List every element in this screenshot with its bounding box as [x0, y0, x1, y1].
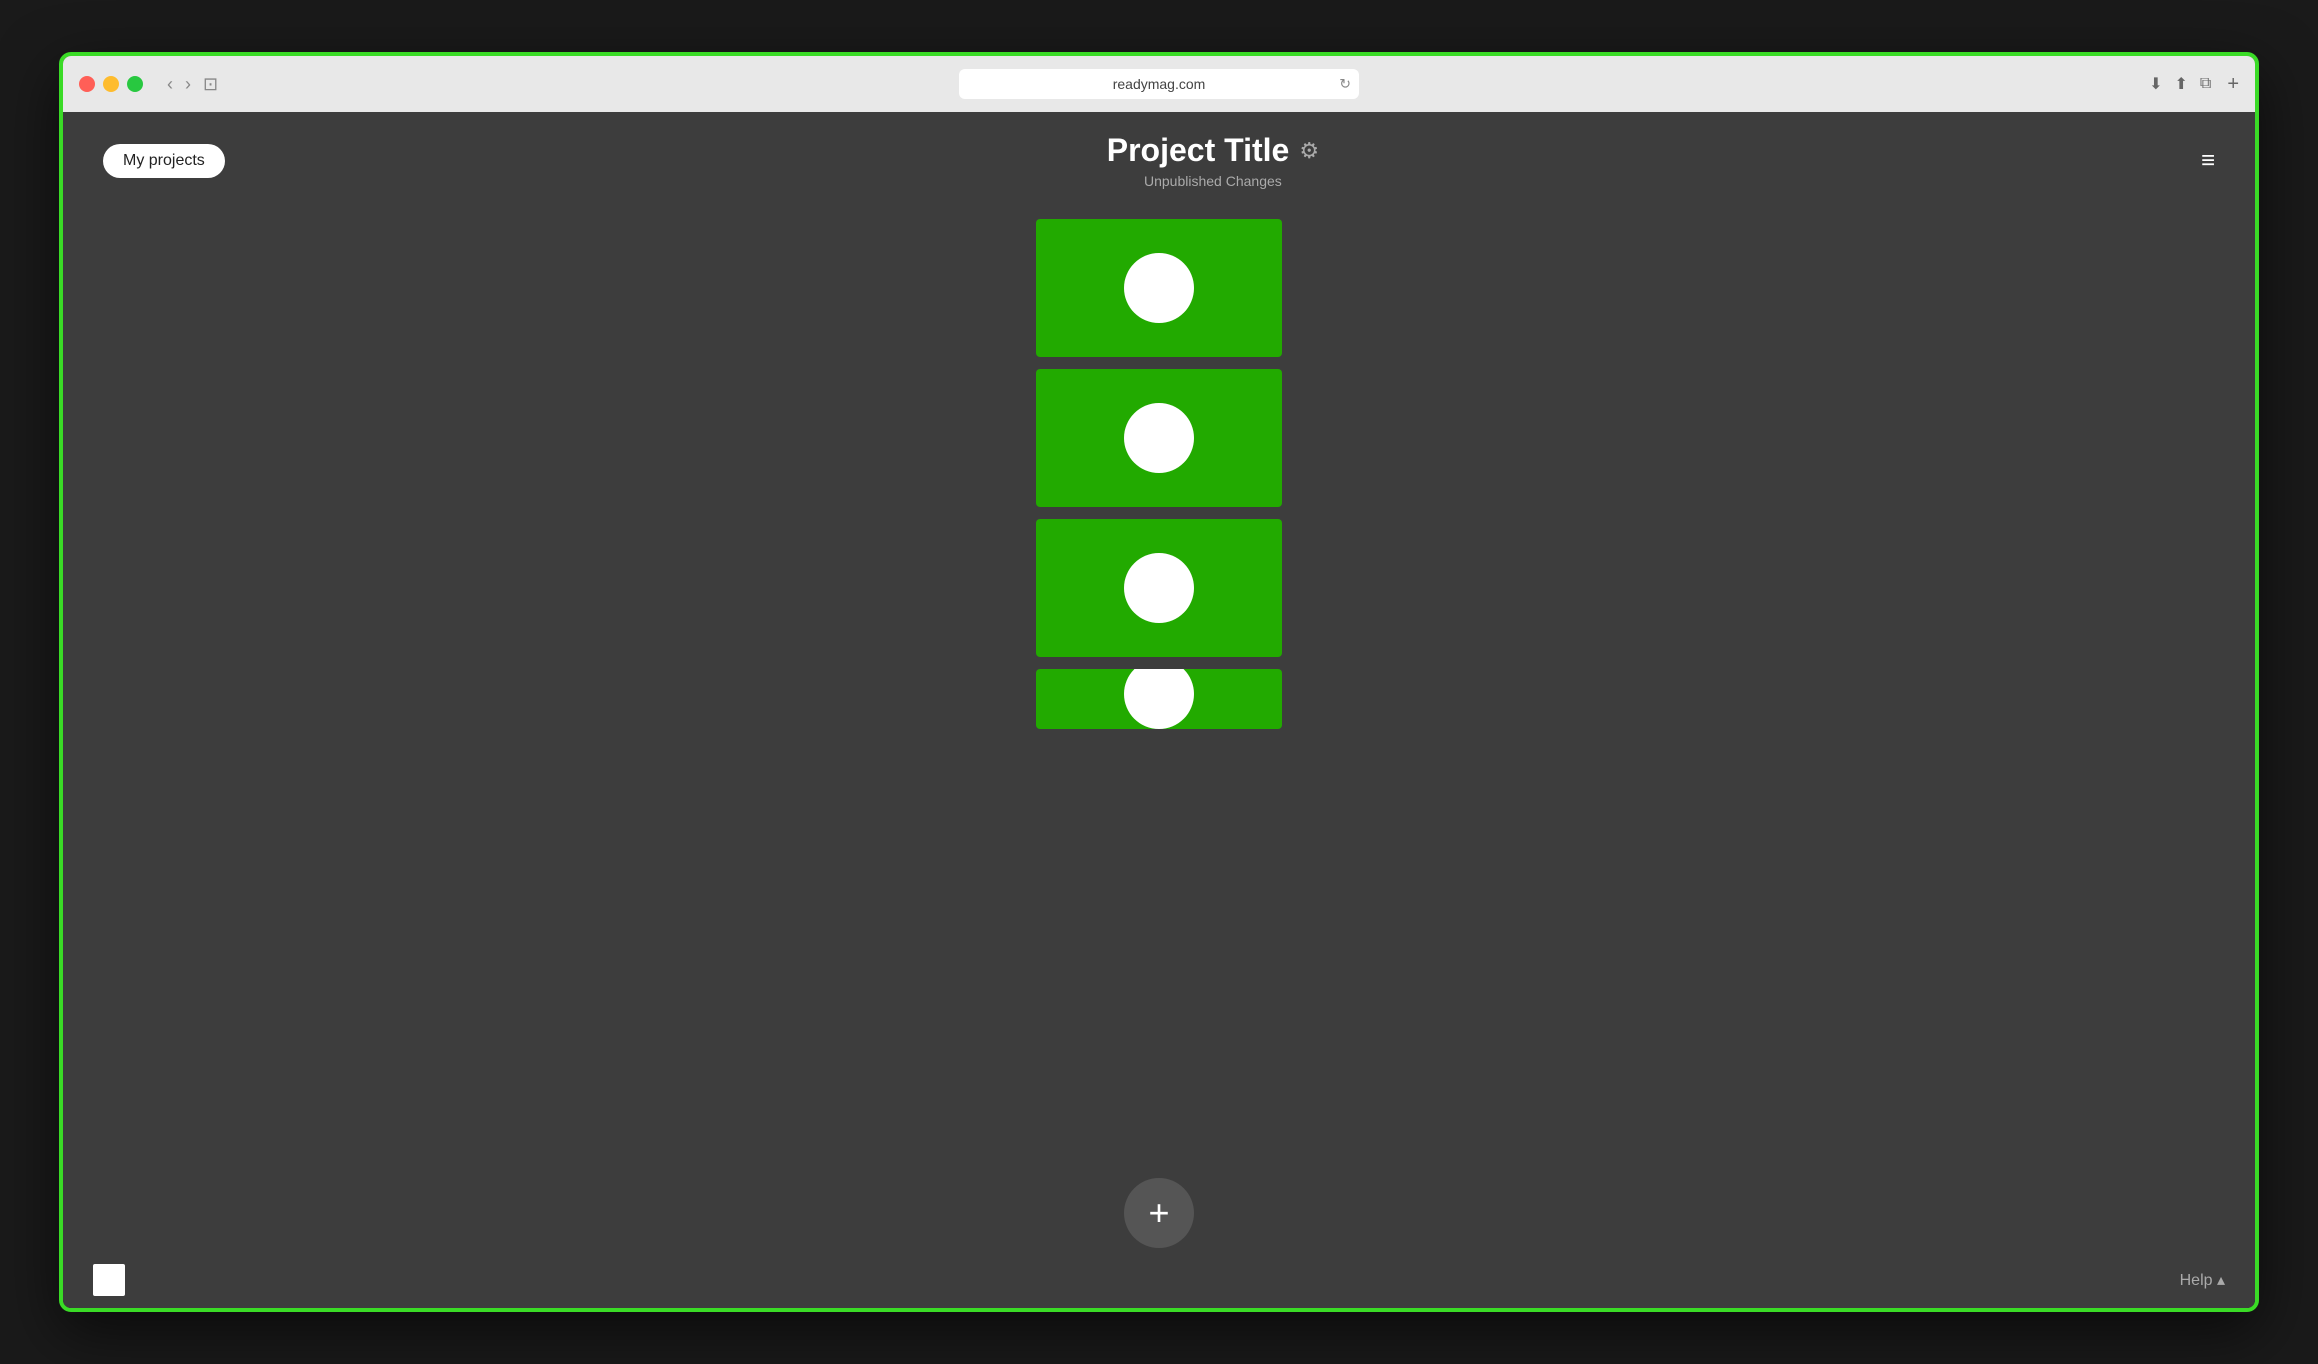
- forward-button[interactable]: ›: [181, 72, 195, 97]
- slide-4-partial[interactable]: [1036, 669, 1282, 729]
- unpublished-label: Unpublished Changes: [1107, 173, 1319, 189]
- url-bar[interactable]: readymag.com ↻: [959, 69, 1359, 99]
- app-area: My projects Project Title ⚙ Unpublished …: [63, 112, 2255, 1308]
- help-button[interactable]: Help ▴: [2180, 1270, 2225, 1290]
- project-title-row: Project Title ⚙: [1107, 132, 1319, 169]
- hamburger-button[interactable]: ≡: [2201, 149, 2215, 173]
- download-button[interactable]: ⬇: [2149, 74, 2162, 94]
- slide-3[interactable]: [1036, 519, 1282, 657]
- minimize-button[interactable]: [103, 76, 119, 92]
- maximize-button[interactable]: [127, 76, 143, 92]
- sidebar-toggle-button[interactable]: ⊡: [203, 74, 218, 95]
- title-bar: ‹ › ⊡ readymag.com ↻ ⬇ ⬆ ⧉ +: [63, 56, 2255, 112]
- browser-window: ‹ › ⊡ readymag.com ↻ ⬇ ⬆ ⧉ + My projects…: [59, 52, 2259, 1312]
- url-text: readymag.com: [1113, 76, 1206, 92]
- share-button[interactable]: ⬆: [2174, 74, 2187, 94]
- slide-1-circle: [1124, 253, 1194, 323]
- slides-list: [63, 209, 2255, 1308]
- slide-3-circle: [1124, 553, 1194, 623]
- add-page-button-wrapper: +: [1124, 1178, 1194, 1248]
- slide-1[interactable]: [1036, 219, 1282, 357]
- project-title: Project Title: [1107, 132, 1290, 169]
- my-projects-button[interactable]: My projects: [103, 144, 225, 178]
- slide-2-circle: [1124, 403, 1194, 473]
- traffic-lights: [79, 76, 143, 92]
- add-page-button[interactable]: +: [1124, 1178, 1194, 1248]
- page-thumbnail: [93, 1264, 125, 1296]
- nav-arrows: ‹ ›: [163, 72, 195, 97]
- duplicate-button[interactable]: ⧉: [2200, 75, 2211, 93]
- app-header: My projects Project Title ⚙ Unpublished …: [63, 112, 2255, 209]
- slide-2[interactable]: [1036, 369, 1282, 507]
- slide-4-circle: [1124, 669, 1194, 729]
- bottom-bar: Help ▴: [63, 1252, 2255, 1308]
- close-button[interactable]: [79, 76, 95, 92]
- browser-actions: ⬇ ⬆ ⧉ +: [2149, 73, 2239, 96]
- back-button[interactable]: ‹: [163, 72, 177, 97]
- project-title-area: Project Title ⚙ Unpublished Changes: [1107, 132, 1319, 189]
- settings-icon[interactable]: ⚙: [1299, 138, 1319, 164]
- reload-icon[interactable]: ↻: [1339, 76, 1351, 93]
- add-tab-button[interactable]: +: [2227, 73, 2239, 96]
